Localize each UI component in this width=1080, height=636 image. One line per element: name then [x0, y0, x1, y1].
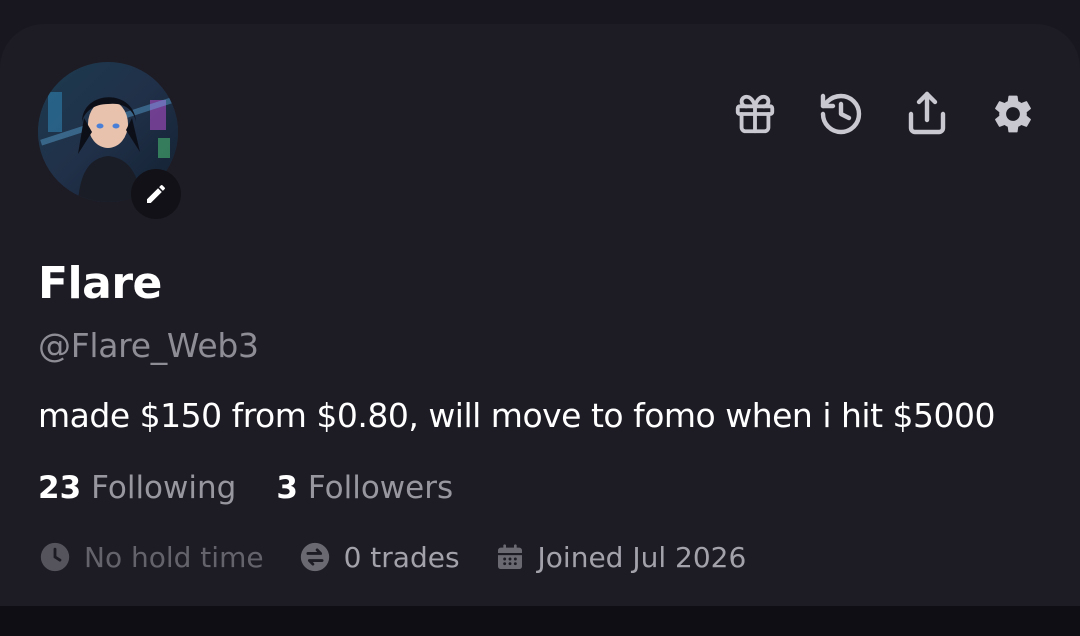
hold-time-stat: No hold time [38, 540, 264, 574]
following-label: Following [91, 470, 237, 506]
swap-icon [298, 540, 332, 574]
bottom-divider [0, 606, 1080, 636]
following-link[interactable]: 23 Following [38, 470, 236, 506]
settings-button[interactable] [988, 88, 1038, 140]
followers-label: Followers [307, 470, 454, 506]
profile-toolbar [730, 88, 1038, 140]
avatar-container [38, 62, 181, 219]
follow-stats: 23 Following 3 Followers [38, 470, 453, 506]
followers-link[interactable]: 3 Followers [276, 470, 453, 506]
activity-stats: No hold time 0 trades Joined Jul 2026 [38, 540, 746, 574]
clock-icon [38, 540, 72, 574]
hold-time-label: No hold time [84, 540, 264, 574]
joined-label: Joined Jul 2026 [537, 540, 747, 574]
followers-count: 3 [276, 470, 298, 506]
display-name: Flare [38, 258, 162, 309]
edit-avatar-button[interactable] [131, 169, 181, 219]
trades-label: 0 trades [343, 540, 460, 574]
history-icon [817, 90, 865, 138]
share-icon [903, 90, 951, 138]
profile-page: Flare @Flare_Web3 made $150 from $0.80, … [0, 0, 1080, 636]
trades-stat: 0 trades [298, 540, 460, 574]
joined-stat: Joined Jul 2026 [494, 540, 747, 574]
bio-text: made $150 from $0.80, will move to fomo … [38, 396, 995, 435]
user-handle: @Flare_Web3 [38, 326, 259, 365]
share-button[interactable] [902, 88, 952, 140]
following-count: 23 [38, 470, 82, 506]
history-button[interactable] [816, 88, 866, 140]
settings-icon [990, 91, 1036, 137]
pencil-icon [144, 182, 168, 206]
calendar-icon [494, 541, 526, 573]
gift-icon [732, 91, 778, 137]
gift-button[interactable] [730, 88, 780, 140]
